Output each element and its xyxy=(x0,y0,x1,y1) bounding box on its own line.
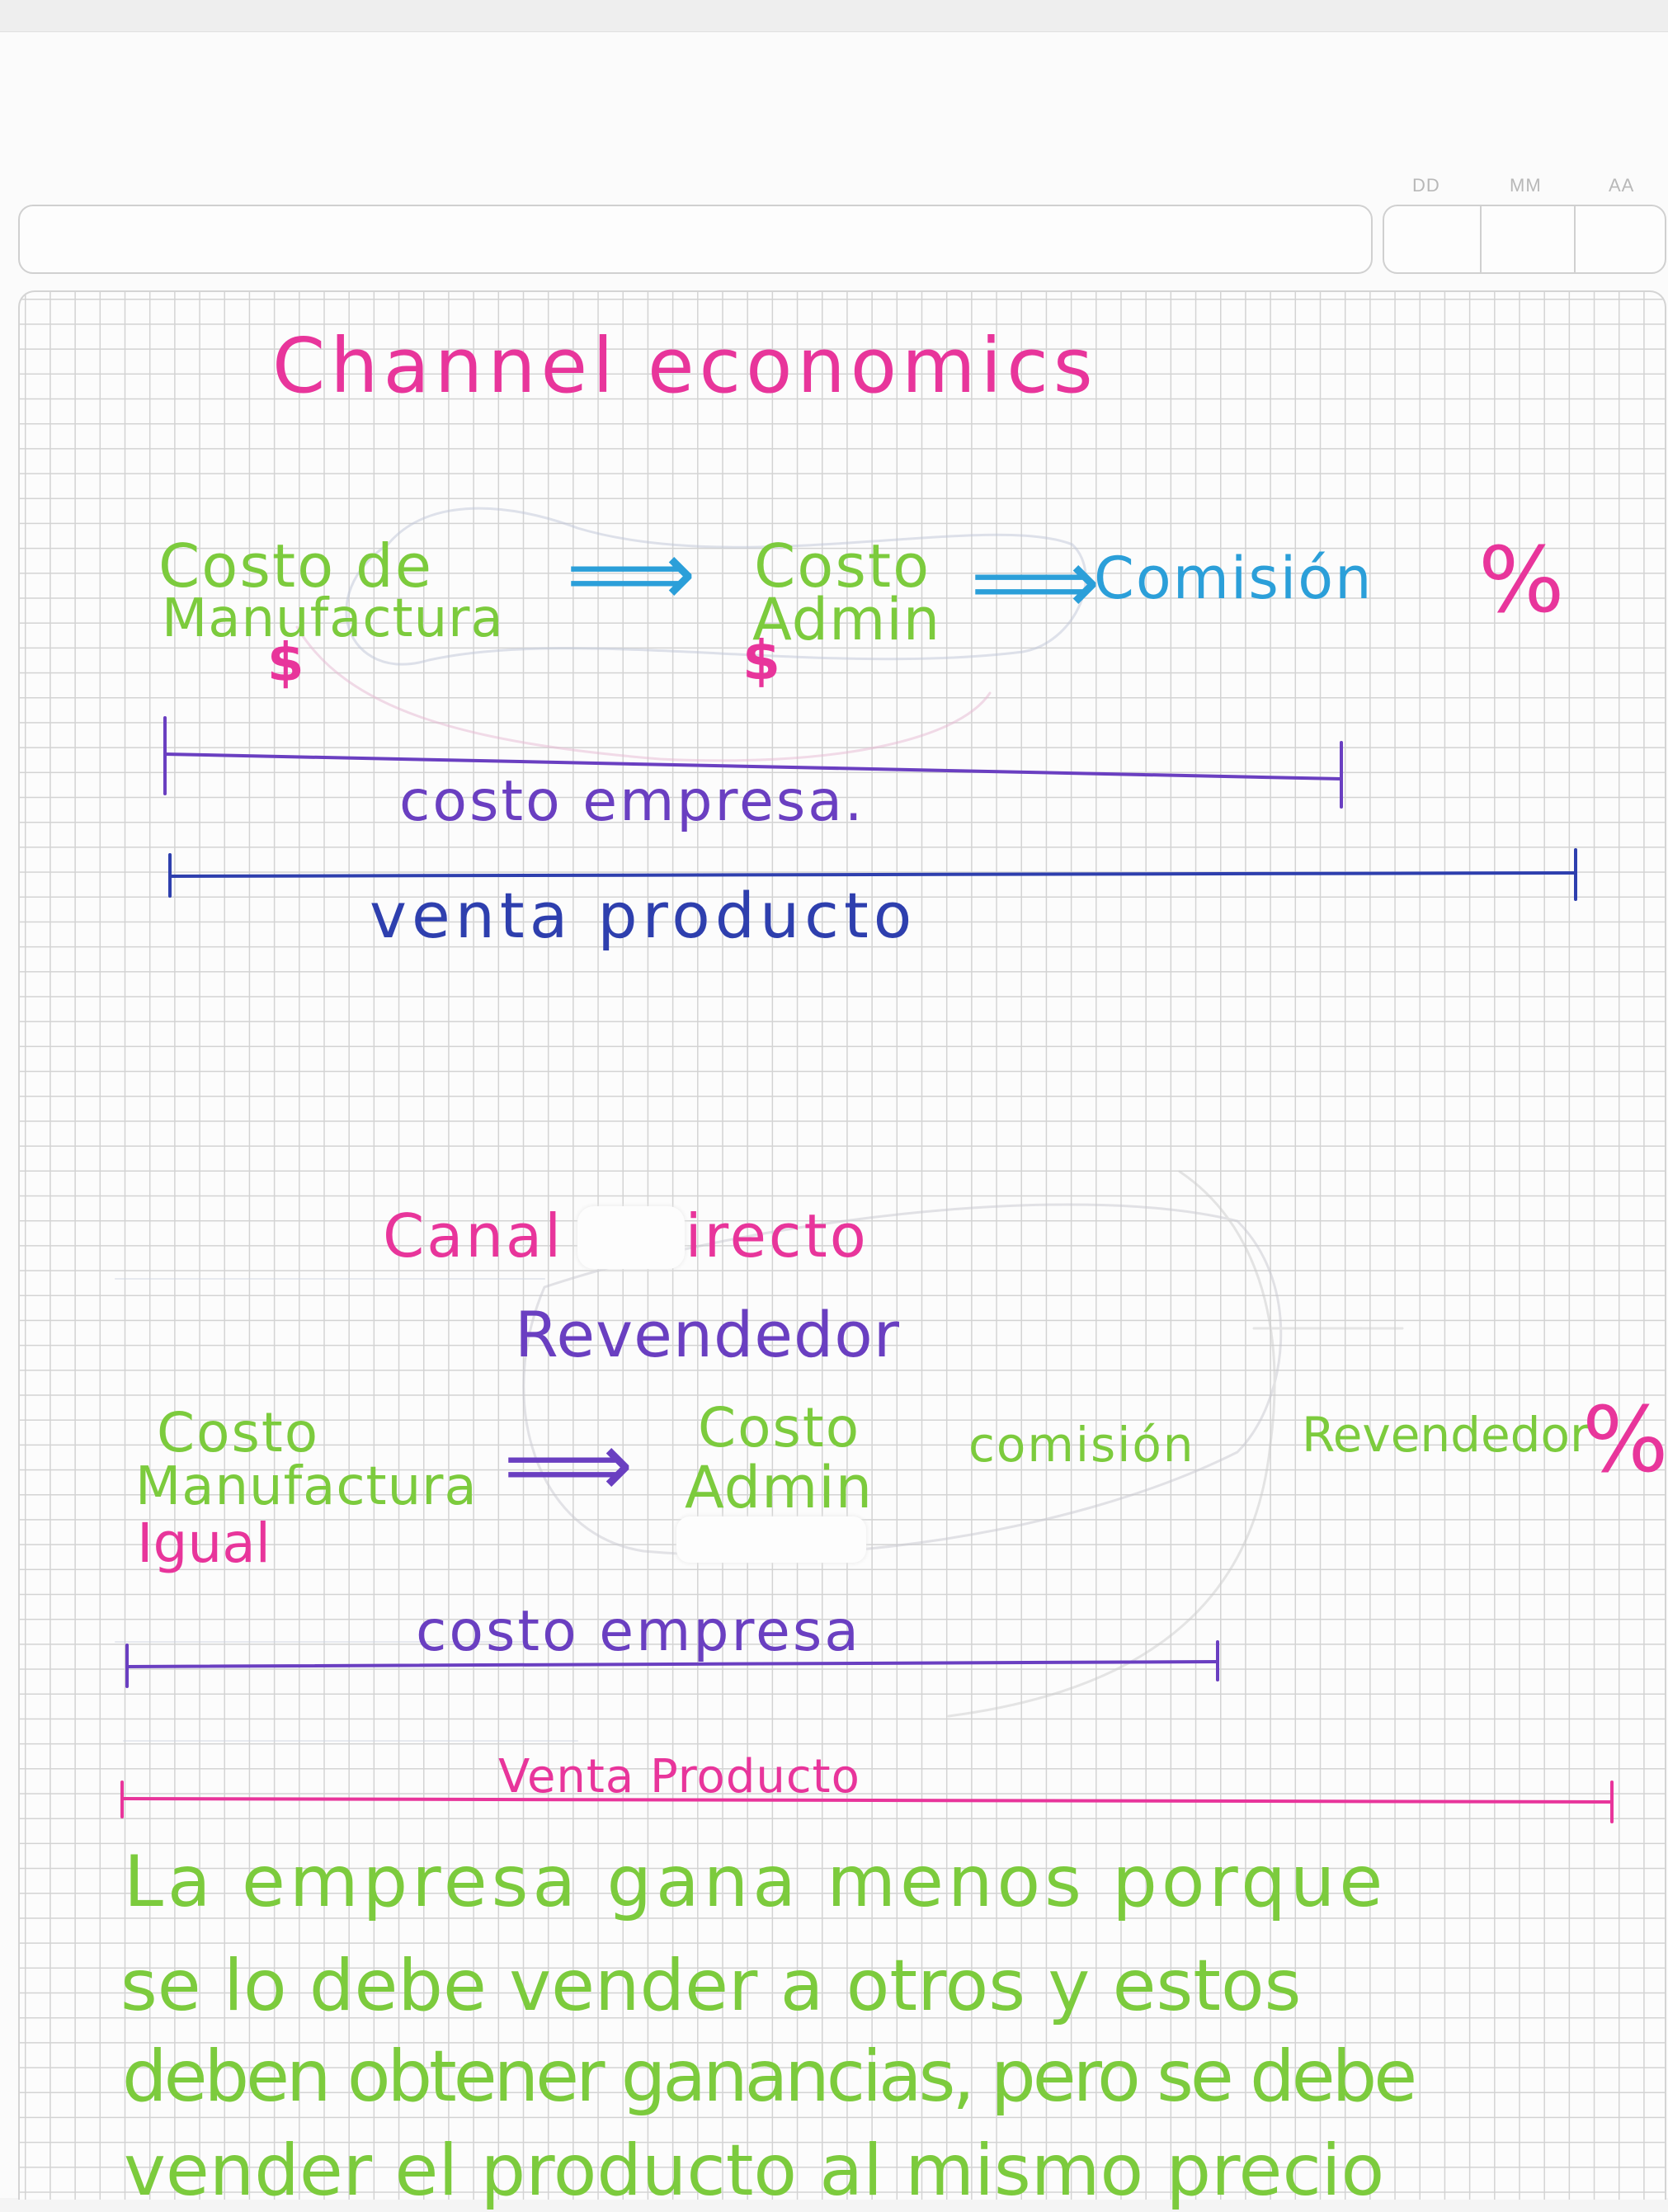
bar-product-sale-1 xyxy=(168,871,1577,878)
bar-product-sale-2 xyxy=(120,1797,1614,1804)
correction-fluid-patch xyxy=(676,1516,866,1563)
bar-company-cost-2 xyxy=(125,1660,1219,1668)
bar-company-cost-1 xyxy=(163,752,1343,781)
bar-lines xyxy=(120,716,1614,1823)
notebook-page: DD MM AA Channel economics Costo de Manu… xyxy=(0,0,1668,2206)
correction-fluid-patch xyxy=(577,1206,685,1269)
